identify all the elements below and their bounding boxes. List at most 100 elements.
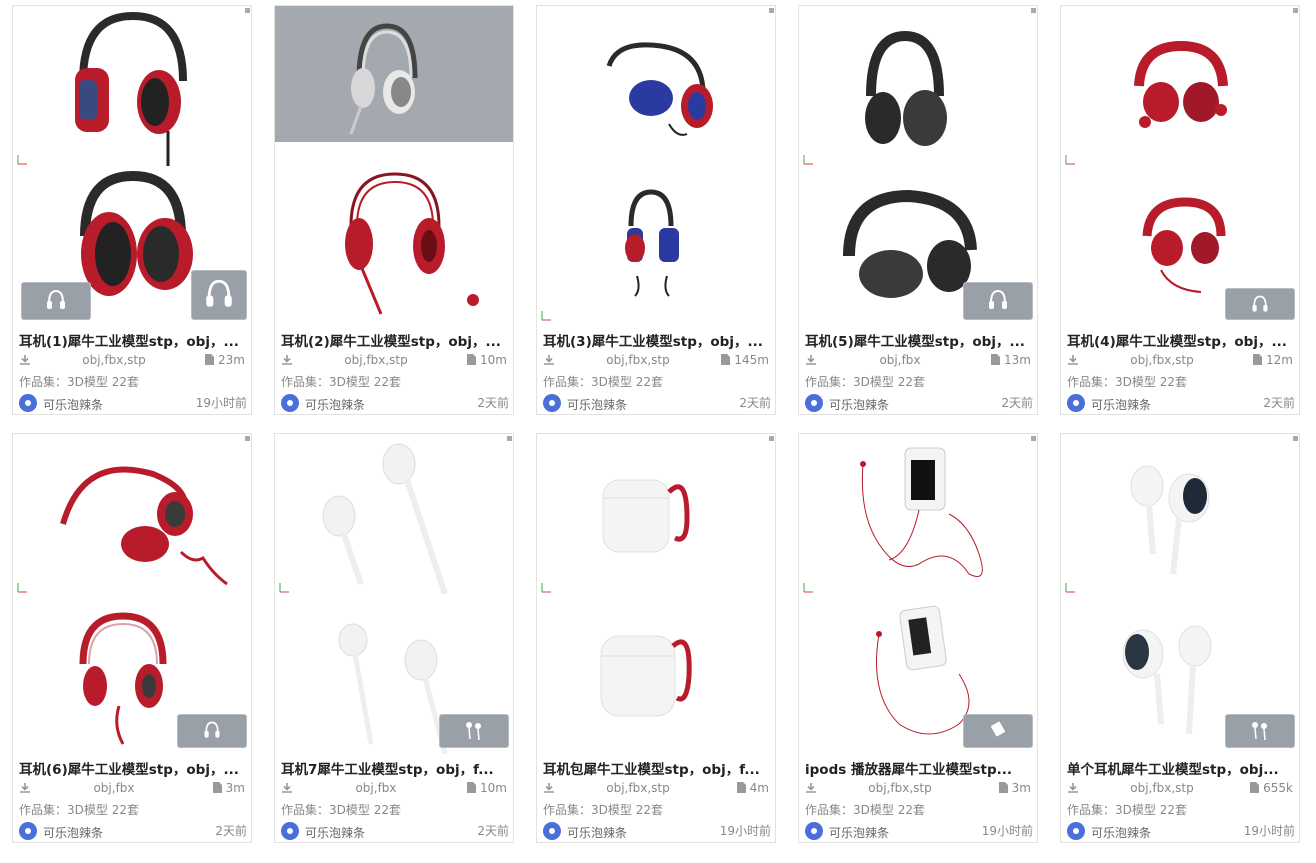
upload-time: 2天前 xyxy=(215,824,247,838)
model-card[interactable]: 耳机7犀牛工业模型stp，obj，f... obj,fbx 10m 作品集：3D… xyxy=(274,433,514,843)
axis-gizmo-icon xyxy=(803,583,813,593)
black-headphones-icon xyxy=(865,30,947,146)
avatar[interactable] xyxy=(1067,394,1085,412)
avatar[interactable] xyxy=(281,822,299,840)
avatar[interactable] xyxy=(805,394,823,412)
preview-badge[interactable] xyxy=(1225,714,1295,748)
avatar[interactable] xyxy=(805,822,823,840)
model-thumbnail[interactable] xyxy=(13,6,251,326)
model-title[interactable]: 耳机(3)犀牛工业模型stp，obj，... xyxy=(543,330,771,350)
model-collection[interactable]: 作品集：3D模型 22套 xyxy=(543,801,663,818)
model-title[interactable]: 单个耳机犀牛工业模型stp，obj... xyxy=(1067,758,1295,778)
avatar[interactable] xyxy=(543,822,561,840)
model-thumbnail[interactable] xyxy=(537,6,775,326)
model-collection[interactable]: 作品集：3D模型 22套 xyxy=(19,373,139,390)
author-name[interactable]: 可乐泡辣条 xyxy=(567,824,627,841)
model-size: 655k xyxy=(1250,781,1293,795)
model-card[interactable]: 单个耳机犀牛工业模型stp，obj... obj,fbx,stp 655k 作品… xyxy=(1060,433,1300,843)
author-row: 可乐泡辣条 19小时前 xyxy=(805,821,1033,841)
preview-badge[interactable] xyxy=(191,270,247,320)
preview-badge[interactable] xyxy=(177,714,247,748)
model-card[interactable]: 耳机(6)犀牛工业模型stp，obj，... obj,fbx 3m 作品集：3D… xyxy=(12,433,252,843)
model-title[interactable]: 耳机包犀牛工业模型stp，obj，f... xyxy=(543,758,771,778)
author-row: 可乐泡辣条 19小时前 xyxy=(1067,821,1295,841)
model-collection[interactable]: 作品集：3D模型 22套 xyxy=(805,373,925,390)
model-card[interactable]: 耳机(3)犀牛工业模型stp，obj，... obj,fbx,stp 145m … xyxy=(536,5,776,415)
corner-marker xyxy=(245,8,250,13)
preview-badge[interactable] xyxy=(439,714,509,748)
model-thumbnail[interactable] xyxy=(275,6,513,326)
author-name[interactable]: 可乐泡辣条 xyxy=(829,396,889,413)
model-size: 10m xyxy=(467,781,507,795)
author-name[interactable]: 可乐泡辣条 xyxy=(1091,396,1151,413)
ipod-player-icon xyxy=(860,447,983,577)
model-collection[interactable]: 作品集：3D模型 22套 xyxy=(1067,801,1187,818)
model-title[interactable]: 耳机(5)犀牛工业模型stp，obj，... xyxy=(805,330,1033,350)
corner-marker xyxy=(1031,436,1036,441)
upload-time: 19小时前 xyxy=(1243,824,1295,838)
avatar[interactable] xyxy=(281,394,299,412)
axis-gizmo-icon xyxy=(17,155,27,165)
author-name[interactable]: 可乐泡辣条 xyxy=(829,824,889,841)
preview-badge[interactable] xyxy=(21,282,91,320)
author-name[interactable]: 可乐泡辣条 xyxy=(43,396,103,413)
model-meta: obj,fbx,stp 23m xyxy=(19,353,245,369)
model-collection[interactable]: 作品集：3D模型 22套 xyxy=(19,801,139,818)
model-collection[interactable]: 作品集：3D模型 22套 xyxy=(543,373,663,390)
model-title[interactable]: 耳机(1)犀牛工业模型stp，obj，... xyxy=(19,330,247,350)
model-grid: 耳机(1)犀牛工业模型stp，obj，... obj,fbx,stp 23m 作… xyxy=(0,0,1316,863)
model-thumbnail[interactable] xyxy=(537,434,775,754)
blue-red-headphones-icon xyxy=(606,42,713,136)
axis-gizmo-icon xyxy=(1065,583,1075,593)
model-card[interactable]: 耳机(4)犀牛工业模型stp，obj，... obj,fbx,stp 12m 作… xyxy=(1060,5,1300,415)
model-card[interactable]: 耳机包犀牛工业模型stp，obj，f... obj,fbx,stp 4m 作品集… xyxy=(536,433,776,843)
avatar[interactable] xyxy=(1067,822,1085,840)
axis-gizmo-icon xyxy=(1065,155,1075,165)
model-title[interactable]: 耳机(2)犀牛工业模型stp，obj，... xyxy=(281,330,509,350)
model-title[interactable]: ipods 播放器犀牛工业模型stp... xyxy=(805,758,1033,778)
single-earbud-icon xyxy=(1130,465,1210,575)
author-name[interactable]: 可乐泡辣条 xyxy=(305,396,365,413)
upload-time: 19小时前 xyxy=(981,824,1033,838)
model-title[interactable]: 耳机(4)犀牛工业模型stp，obj，... xyxy=(1067,330,1295,350)
preview-badge[interactable] xyxy=(963,282,1033,320)
preview-badge[interactable] xyxy=(963,714,1033,748)
file-icon xyxy=(1250,782,1260,793)
model-thumbnail[interactable] xyxy=(275,434,513,754)
model-title[interactable]: 耳机7犀牛工业模型stp，obj，f... xyxy=(281,758,509,778)
model-card[interactable]: 耳机(2)犀牛工业模型stp，obj，... obj,fbx,stp 10m 作… xyxy=(274,5,514,415)
model-thumbnail[interactable] xyxy=(799,434,1037,754)
axis-gizmo-icon xyxy=(17,583,27,593)
model-thumbnail[interactable] xyxy=(799,6,1037,326)
author-row: 可乐泡辣条 2天前 xyxy=(281,393,509,413)
file-icon xyxy=(205,354,215,365)
model-collection[interactable]: 作品集：3D模型 22套 xyxy=(1067,373,1187,390)
model-size: 23m xyxy=(205,353,245,367)
avatar[interactable] xyxy=(19,394,37,412)
preview-badge[interactable] xyxy=(1225,288,1295,320)
upload-time: 19小时前 xyxy=(719,824,771,838)
author-name[interactable]: 可乐泡辣条 xyxy=(1091,824,1151,841)
model-thumbnail[interactable] xyxy=(1061,6,1299,326)
model-meta: obj,fbx,stp 145m xyxy=(543,353,769,369)
model-card[interactable]: 耳机(1)犀牛工业模型stp，obj，... obj,fbx,stp 23m 作… xyxy=(12,5,252,415)
avatar[interactable] xyxy=(19,822,37,840)
model-title[interactable]: 耳机(6)犀牛工业模型stp，obj，... xyxy=(19,758,247,778)
corner-marker xyxy=(1293,436,1298,441)
model-collection[interactable]: 作品集：3D模型 22套 xyxy=(281,373,401,390)
author-name[interactable]: 可乐泡辣条 xyxy=(305,824,365,841)
avatar[interactable] xyxy=(543,394,561,412)
corner-marker xyxy=(1031,8,1036,13)
model-meta: obj,fbx 3m xyxy=(19,781,245,797)
model-thumbnail[interactable] xyxy=(13,434,251,754)
author-row: 可乐泡辣条 2天前 xyxy=(19,821,247,841)
model-card[interactable]: ipods 播放器犀牛工业模型stp... obj,fbx,stp 3m 作品集… xyxy=(798,433,1038,843)
model-collection[interactable]: 作品集：3D模型 22套 xyxy=(281,801,401,818)
model-thumbnail[interactable] xyxy=(1061,434,1299,754)
corner-marker xyxy=(245,436,250,441)
model-collection[interactable]: 作品集：3D模型 22套 xyxy=(805,801,925,818)
author-name[interactable]: 可乐泡辣条 xyxy=(567,396,627,413)
model-card[interactable]: 耳机(5)犀牛工业模型stp，obj，... obj,fbx 13m 作品集：3… xyxy=(798,5,1038,415)
author-name[interactable]: 可乐泡辣条 xyxy=(43,824,103,841)
model-meta: obj,fbx 10m xyxy=(281,781,507,797)
